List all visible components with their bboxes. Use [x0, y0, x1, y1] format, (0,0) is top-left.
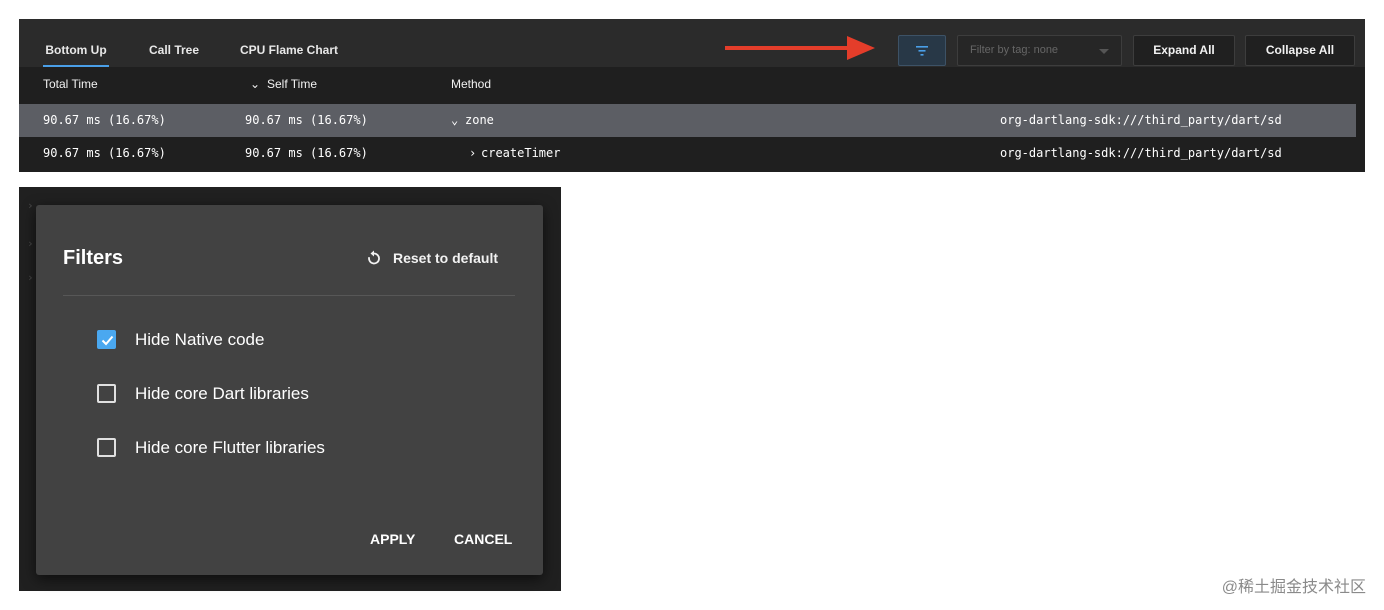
- checkbox-checked[interactable]: [97, 330, 116, 349]
- dialog-title: Filters: [63, 247, 124, 269]
- tab-bottom-up[interactable]: Bottom Up: [31, 19, 121, 67]
- dialog-divider: [63, 295, 515, 296]
- table-header: Total Time ⌄ Self Time Method: [19, 67, 1365, 102]
- checkmark-icon: [101, 335, 114, 346]
- filter-icon: [916, 46, 928, 56]
- tab-call-tree[interactable]: Call Tree: [135, 19, 213, 67]
- checkbox-unchecked[interactable]: [97, 438, 116, 457]
- backdrop-ghost-text: ›: [27, 237, 34, 250]
- column-self-time[interactable]: Self Time: [267, 67, 317, 102]
- filter-by-tag-dropdown[interactable]: Filter by tag: none: [957, 35, 1122, 66]
- table-row[interactable]: 90.67 ms (16.67%) 90.67 ms (16.67%) › cr…: [19, 137, 1356, 170]
- table-row[interactable]: 90.67 ms (16.67%) 90.67 ms (16.67%) ⌄ zo…: [19, 104, 1356, 137]
- row-total-time: 90.67 ms (16.67%): [43, 113, 166, 127]
- dropdown-caret-icon: [1099, 49, 1109, 54]
- row-self-time: 90.67 ms (16.67%): [245, 113, 368, 127]
- reset-label: Reset to default: [393, 250, 499, 266]
- collapse-all-button[interactable]: Collapse All: [1245, 35, 1355, 66]
- expand-all-button[interactable]: Expand All: [1133, 35, 1235, 66]
- annotation-arrow-icon: [725, 36, 875, 60]
- column-sort-chevron-icon: ⌄: [250, 77, 261, 91]
- backdrop-ghost-text: ›: [27, 199, 34, 212]
- cancel-button[interactable]: CANCEL: [454, 531, 512, 547]
- row-method: zone: [465, 113, 494, 127]
- filter-button[interactable]: [898, 35, 946, 66]
- expand-chevron-icon[interactable]: ⌄: [451, 104, 458, 137]
- option-label: Hide core Dart libraries: [135, 384, 309, 403]
- tab-cpu-flame-chart[interactable]: CPU Flame Chart: [227, 19, 351, 67]
- cpu-profiler-panel: Bottom Up Call Tree CPU Flame Chart Filt…: [19, 19, 1365, 172]
- checkbox-unchecked[interactable]: [97, 384, 116, 403]
- row-total-time: 90.67 ms (16.67%): [43, 146, 166, 160]
- row-source: org-dartlang-sdk:///third_party/dart/sd: [1000, 146, 1282, 160]
- watermark: @稀土掘金技术社区: [1221, 579, 1366, 596]
- backdrop-ghost-text: ›: [27, 271, 34, 284]
- filter-by-tag-label: Filter by tag: none: [970, 44, 1059, 56]
- option-label: Hide Native code: [135, 330, 265, 349]
- row-source: org-dartlang-sdk:///third_party/dart/sd: [1000, 113, 1282, 127]
- filters-dialog: Filters Reset to default Hide Native cod…: [36, 205, 543, 575]
- row-method: createTimer: [481, 146, 561, 160]
- profiler-toolbar: Bottom Up Call Tree CPU Flame Chart Filt…: [19, 19, 1365, 67]
- collapsed-chevron-icon[interactable]: ›: [469, 137, 476, 170]
- option-label: Hide core Flutter libraries: [135, 438, 325, 457]
- column-total-time[interactable]: Total Time: [43, 67, 98, 102]
- row-self-time: 90.67 ms (16.67%): [245, 146, 368, 160]
- reset-icon: [368, 250, 380, 265]
- column-method[interactable]: Method: [451, 67, 491, 102]
- apply-button[interactable]: APPLY: [370, 531, 415, 547]
